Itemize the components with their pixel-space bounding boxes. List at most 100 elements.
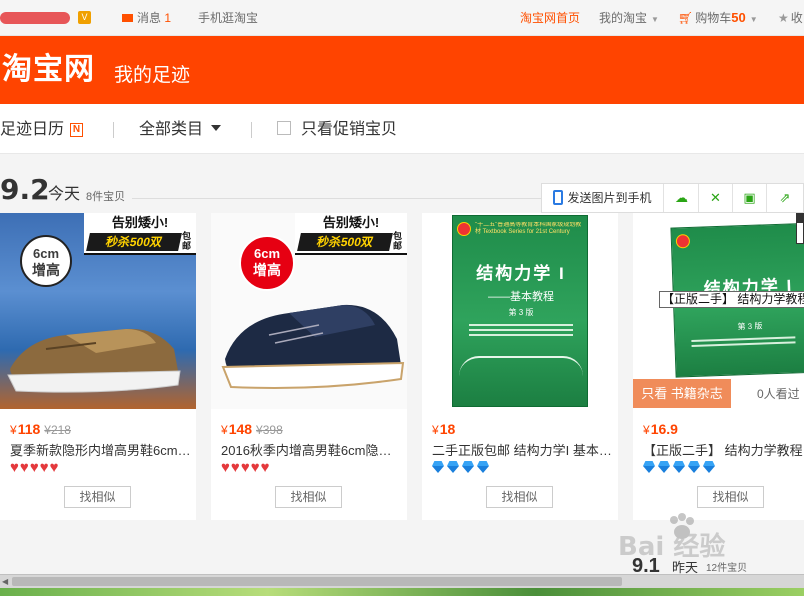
seller-rating	[432, 461, 492, 475]
price-value: 118	[17, 421, 41, 437]
messages-count: 1	[164, 11, 172, 25]
scroll-left-icon[interactable]: ◀	[2, 577, 8, 586]
cart-icon: 🛒︎	[678, 11, 694, 25]
chevron-down-icon: ▼	[651, 15, 659, 24]
expand-button[interactable]: ✕	[699, 184, 733, 212]
currency-symbol: ¥	[643, 423, 650, 437]
save-icon: ▣	[743, 190, 756, 205]
product-card[interactable]: 告别矮小! 秒杀500双 包邮 6cm 增高 ¥118 ¥218 夏季新款隐形内增…	[0, 213, 196, 520]
filter-bar: 足迹日历 N 全部类目 只看促销宝贝	[0, 104, 804, 154]
horizontal-scrollbar[interactable]: ◀	[0, 574, 804, 588]
my-taobao-link[interactable]: 我的淘宝 ▼	[599, 10, 659, 28]
vip-icon[interactable]: V	[78, 11, 91, 24]
currency-symbol: ¥	[221, 423, 228, 437]
product-title[interactable]: 【正版二手】 结构力学教程	[643, 442, 803, 460]
favorites-link[interactable]: ★ 收	[778, 10, 803, 26]
footprint-calendar-button[interactable]: 足迹日历 N	[0, 120, 84, 140]
save-button[interactable]: ▣	[733, 184, 767, 212]
book-authors	[469, 324, 573, 338]
username-redacted[interactable]	[0, 12, 70, 24]
book-authors	[691, 336, 796, 354]
product-title[interactable]: 2016秋季内增高男鞋6cm隐形增高鞋	[221, 442, 403, 460]
messages-link[interactable]: 消息 1	[122, 10, 171, 26]
product-image[interactable]: 告别矮小! 秒杀500双 包邮 6cm 增高	[211, 213, 407, 409]
promo-free-shipping: 包邮	[182, 231, 192, 251]
book-subtitle: ——基本教程	[488, 291, 554, 303]
favorites-label: 收	[790, 11, 803, 25]
side-panel-toggle[interactable]	[796, 222, 804, 244]
day-date: 9.2	[0, 173, 50, 206]
height-badge: 6cm 增高	[239, 235, 295, 291]
share-button[interactable]: ⇗	[767, 184, 803, 212]
cloud-button[interactable]: ☁	[665, 184, 699, 212]
expand-icon: ✕	[710, 190, 721, 205]
day-item-count: 8件宝贝	[86, 191, 126, 203]
diamond-icon	[658, 461, 670, 473]
phone-icon	[553, 190, 564, 205]
shoe-illustration	[7, 328, 181, 393]
promo-headline: 告别矮小!	[111, 215, 169, 230]
cart-label: 购物车	[695, 11, 732, 25]
find-similar-button[interactable]: 找相似	[64, 486, 131, 508]
scrollbar-thumb[interactable]	[12, 577, 622, 586]
currency-symbol: ¥	[432, 423, 439, 437]
my-taobao-label: 我的淘宝	[599, 11, 648, 25]
divider	[251, 122, 252, 138]
promo-headline: 告别矮小!	[322, 215, 380, 230]
mail-icon	[122, 14, 133, 22]
only-books-filter-button[interactable]: 只看 书籍杂志	[633, 379, 731, 408]
emblem-icon	[675, 233, 691, 249]
product-image[interactable]: 结构力学 I 第 3 版 【正版二手】 结构力学教程 只看 书籍杂志 0人看过	[633, 213, 804, 409]
promo-only-checkbox[interactable]	[277, 121, 291, 135]
find-similar-button[interactable]: 找相似	[697, 486, 764, 508]
image-toolbar: 发送图片到手机 ☁ ✕ ▣ ⇗	[541, 183, 804, 213]
top-nav-bar: V 消息 1 手机逛淘宝 淘宝网首页 我的淘宝 ▼ 🛒︎ 购物车50 ▼ ★ 收	[0, 0, 804, 36]
cart-link[interactable]: 🛒︎ 购物车50 ▼	[678, 10, 758, 28]
bridge-illustration	[459, 356, 583, 376]
product-title[interactable]: 二手正版包邮 结构力学I 基本教程	[432, 442, 614, 460]
shoe-illustration	[221, 304, 405, 389]
promo-flash-sale: 秒杀500双	[86, 233, 182, 251]
page-title: 我的足迹	[114, 65, 191, 86]
original-price: ¥398	[256, 423, 283, 437]
cart-count: 50	[731, 10, 746, 25]
page-header: 淘宝网 我的足迹	[0, 36, 804, 104]
book-edition: 第 3 版	[508, 308, 534, 317]
height-badge: 6cm 增高	[20, 235, 72, 287]
heart-icon: ♥	[49, 459, 59, 476]
product-image[interactable]: 告别矮小! 秒杀500双 包邮 6cm 增高	[0, 213, 196, 409]
promo-only-label[interactable]: 只看促销宝贝	[301, 120, 397, 140]
diamond-icon	[462, 461, 474, 473]
product-card[interactable]: "十二五"普通高等教育本科国家级规划教材 Textbook Series for…	[422, 213, 618, 520]
taobao-home-link[interactable]: 淘宝网首页	[520, 10, 580, 26]
price-value: 18	[439, 421, 456, 437]
diamond-icon	[477, 461, 489, 473]
category-label: 全部类目	[139, 121, 204, 138]
heart-icon: ♥	[19, 459, 29, 476]
day-divider	[132, 198, 542, 199]
find-similar-button[interactable]: 找相似	[486, 486, 553, 508]
messages-label: 消息	[137, 11, 162, 25]
diamond-icon	[703, 461, 715, 473]
category-dropdown[interactable]: 全部类目	[139, 120, 222, 140]
view-count: 0人看过	[757, 387, 800, 401]
product-title[interactable]: 夏季新款隐形内增高男鞋6cm休闲鞋	[10, 442, 192, 460]
share-icon: ⇗	[779, 190, 791, 205]
divider	[113, 122, 114, 138]
product-card[interactable]: 告别矮小! 秒杀500双 包邮 6cm 增高 ¥148 ¥398 2016秋季内增…	[211, 213, 407, 520]
badge-height: 6cm	[253, 246, 281, 261]
diamond-icon	[643, 461, 655, 473]
diamond-icon	[432, 461, 444, 473]
emblem-icon	[457, 222, 471, 236]
caret-down-icon	[211, 125, 222, 131]
find-similar-button[interactable]: 找相似	[275, 486, 342, 508]
product-image[interactable]: "十二五"普通高等教育本科国家级规划教材 Textbook Series for…	[422, 213, 618, 409]
mobile-taobao-link[interactable]: 手机逛淘宝	[198, 10, 258, 26]
badge-height: 6cm	[32, 246, 60, 261]
heart-icon: ♥	[29, 459, 39, 476]
book-title: 结构力学 I	[476, 264, 566, 283]
taobao-logo[interactable]: 淘宝网	[2, 52, 95, 88]
product-card[interactable]: 结构力学 I 第 3 版 【正版二手】 结构力学教程 只看 书籍杂志 0人看过 …	[633, 213, 804, 520]
day-label: 今天	[48, 186, 81, 203]
send-to-phone-button[interactable]: 发送图片到手机	[542, 184, 664, 212]
